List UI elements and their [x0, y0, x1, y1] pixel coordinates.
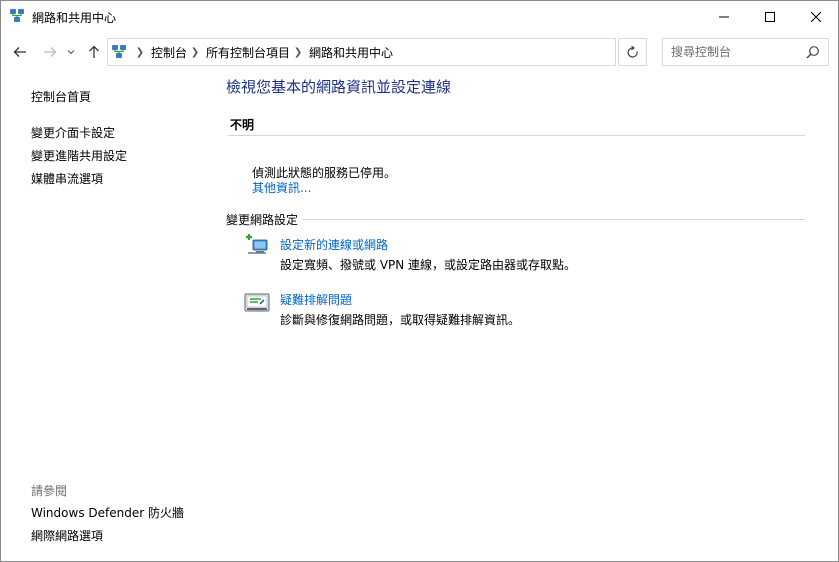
chevron-right-icon[interactable]: ❯: [293, 47, 303, 58]
chevron-right-icon[interactable]: ❯: [190, 47, 200, 58]
minimize-icon: [719, 16, 729, 17]
network-name: 不明: [230, 118, 255, 132]
troubleshoot-description: 診斷與修復網路問題，或取得疑難排解資訊。: [280, 313, 521, 327]
divider: [228, 135, 805, 136]
new-connection-icon: [244, 234, 270, 258]
search-icon[interactable]: [806, 45, 820, 59]
forward-button[interactable]: [41, 43, 59, 61]
sidebar-item-internet-options[interactable]: 網際網路選項: [31, 527, 103, 544]
sidebar-item-defender-firewall[interactable]: Windows Defender 防火牆: [31, 504, 184, 521]
maximize-button[interactable]: [747, 1, 793, 32]
recent-locations-button[interactable]: [65, 43, 77, 61]
close-icon: [811, 11, 821, 22]
refresh-button[interactable]: [618, 38, 647, 66]
sidebar: 控制台首頁 變更介面卡設定 變更進階共用設定 媒體串流選項 請參閱 Window…: [1, 72, 216, 561]
arrow-right-icon: [44, 47, 57, 57]
setup-new-connection-description: 設定寬頻、撥號或 VPN 連線，或設定路由器或存取點。: [280, 258, 577, 272]
see-also-heading: 請參閱: [31, 484, 68, 498]
window-title: 網路和共用中心: [32, 11, 117, 25]
sidebar-item-control-panel-home[interactable]: 控制台首頁: [31, 88, 91, 105]
navigation-bar: ❯ 控制台 ❯ 所有控制台項目 ❯ 網路和共用中心: [1, 32, 838, 72]
chevron-down-icon: [67, 50, 75, 55]
network-center-icon: [10, 9, 24, 23]
section-heading-change-settings: 變更網路設定: [226, 211, 303, 228]
address-bar[interactable]: ❯ 控制台 ❯ 所有控制台項目 ❯ 網路和共用中心: [107, 38, 706, 66]
breadcrumb-all-items[interactable]: 所有控制台項目: [206, 44, 290, 61]
up-button[interactable]: [85, 43, 103, 61]
chevron-right-icon[interactable]: ❯: [135, 47, 145, 58]
setup-new-connection-link[interactable]: 設定新的連線或網路: [280, 236, 388, 253]
maximize-icon: [765, 11, 775, 22]
troubleshoot-link[interactable]: 疑難排解問題: [280, 291, 352, 308]
search-box[interactable]: [662, 38, 829, 66]
troubleshoot-icon: [244, 291, 270, 315]
control-panel-icon: [112, 45, 126, 59]
search-input[interactable]: [671, 44, 801, 60]
sidebar-item-media-streaming[interactable]: 媒體串流選項: [31, 170, 103, 187]
main-content: 檢視您基本的網路資訊並設定連線 不明 偵測此狀態的服務已停用。 其他資訊... …: [216, 72, 838, 561]
window: 網路和共用中心 ❯ 控制台 ❯ 所有控制台項目 ❯ 網路和共用中心 搜尋控制台 …: [0, 0, 839, 562]
refresh-icon: [627, 45, 638, 58]
arrow-up-icon: [89, 45, 99, 58]
sidebar-item-adapter-settings[interactable]: 變更介面卡設定: [31, 124, 115, 141]
sidebar-item-advanced-sharing[interactable]: 變更進階共用設定: [31, 147, 127, 164]
arrow-left-icon: [13, 47, 26, 57]
breadcrumb: ❯ 控制台 ❯ 所有控制台項目 ❯ 網路和共用中心: [132, 39, 393, 65]
title-bar[interactable]: 網路和共用中心: [1, 1, 838, 32]
minimize-button[interactable]: [701, 1, 747, 32]
breadcrumb-control-panel[interactable]: 控制台: [151, 44, 187, 61]
more-info-link[interactable]: 其他資訊...: [252, 179, 311, 196]
divider: [226, 219, 805, 220]
close-button[interactable]: [793, 1, 839, 32]
page-title: 檢視您基本的網路資訊並設定連線: [226, 78, 452, 96]
back-button[interactable]: [11, 43, 29, 61]
breadcrumb-network-center[interactable]: 網路和共用中心: [309, 44, 393, 61]
